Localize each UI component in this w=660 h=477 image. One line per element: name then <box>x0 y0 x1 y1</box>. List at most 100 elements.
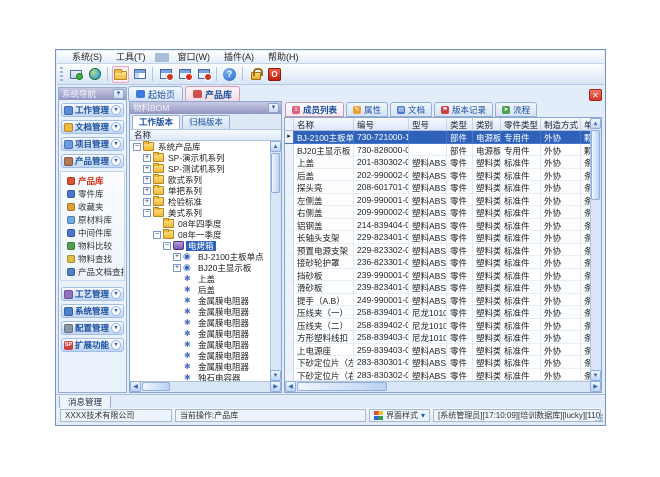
menu-item[interactable]: 系统(S) <box>65 51 109 63</box>
tree-expander[interactable] <box>143 176 151 184</box>
table-row[interactable]: 提手（A.B） 249-990001-01X 塑料ABS 零件 塑料类 标准件 … <box>285 294 590 307</box>
close-all-windows-icon[interactable] <box>176 66 193 83</box>
tree-node[interactable]: 欧式系列 <box>130 174 270 185</box>
table-row[interactable]: 下砂定位片（右） 283-830302-00X 塑料ABS 零件 塑料类 标准件… <box>285 369 590 382</box>
scroll-up-icon[interactable]: ▲ <box>270 141 281 152</box>
table-row[interactable]: 上电源座 259-839403-00X 塑料ABS 零件 塑料类 标准件 外协 … <box>285 344 590 357</box>
exit-icon[interactable]: O <box>266 66 283 83</box>
menu-item[interactable]: 插件(A) <box>217 51 261 63</box>
ui-style-picker[interactable]: 界面样式 ▾ <box>369 409 430 422</box>
lock-icon[interactable] <box>247 66 264 83</box>
member-tab[interactable]: 流程 <box>495 102 537 117</box>
table-row[interactable]: 探头亮 208-601701-01X 塑料ABS 零件 塑料类 标准件 外协 条 <box>285 181 590 194</box>
sidebar-group-button[interactable]: 产品管理 ▾ <box>61 154 124 168</box>
column-header[interactable]: 编号 <box>354 118 409 130</box>
tree-node[interactable]: 金属膜电阻器 <box>130 350 270 361</box>
member-tab[interactable]: 版本记录 <box>434 102 493 117</box>
column-header[interactable]: 类型 <box>447 118 473 130</box>
workspace-icon[interactable] <box>67 66 84 83</box>
tree-expander[interactable] <box>173 253 181 261</box>
member-tab[interactable]: 成员列表 <box>285 102 344 117</box>
chevron-down-icon[interactable]: ▾ <box>111 156 121 166</box>
chevron-down-icon[interactable]: ▾ <box>111 289 121 299</box>
pin-icon[interactable]: ▾ <box>268 103 279 113</box>
tree-node[interactable]: 检验标准 <box>130 196 270 207</box>
sidebar-item[interactable]: 产品库 <box>67 174 124 187</box>
tree-node[interactable]: 后盖 <box>130 284 270 295</box>
layout-icon[interactable] <box>131 66 148 83</box>
table-row[interactable]: 接砂轮护罩 236-823301-00X 塑料ABS 零件 塑料类 标准件 外协… <box>285 256 590 269</box>
scrollbar-thumb[interactable] <box>591 130 600 200</box>
column-header[interactable]: 类别 <box>473 118 501 130</box>
table-row[interactable]: 压线夹（一） 258-839401-00X 尼龙1010 零件 塑料类 标准件 … <box>285 306 590 319</box>
sidebar-group-button[interactable]: 项目管理 ▾ <box>61 137 124 151</box>
tree-node[interactable]: SP-演示机系列 <box>130 152 270 163</box>
tree-node[interactable]: BJ20主显示板 <box>130 262 270 273</box>
scrollbar-thumb[interactable] <box>271 153 280 193</box>
sidebar-item[interactable]: 原材料库 <box>67 213 124 226</box>
toolbar-separator[interactable] <box>152 67 153 81</box>
toolbar-separator[interactable] <box>242 67 243 81</box>
toolbar-separator[interactable] <box>216 67 217 81</box>
tree-node[interactable]: 08年四季度 <box>130 218 270 229</box>
chevron-down-icon[interactable]: ▾ <box>111 323 121 333</box>
chevron-down-icon[interactable]: ▾ <box>111 340 121 350</box>
tree-expander[interactable] <box>143 165 151 173</box>
column-header[interactable]: 型号 <box>409 118 447 130</box>
table-row[interactable]: 下砂定位片（左） 283-830301-00X 塑料ABS 零件 塑料类 标准件… <box>285 356 590 369</box>
scrollbar-thumb[interactable] <box>297 382 387 391</box>
tree-node[interactable]: 金属膜电阻器 <box>130 306 270 317</box>
column-header[interactable]: 零件类型 <box>501 118 541 130</box>
tree-vertical-scrollbar[interactable]: ▲ ▼ <box>270 141 281 381</box>
table-row[interactable]: BJ20主显示板 730-828000-04X 部件 电源板 专用件 外协 颗 <box>285 144 590 157</box>
tree-column-header[interactable]: 名称 <box>130 129 281 141</box>
sidebar-item[interactable]: 产品文档查找 <box>67 265 124 278</box>
folder-icon[interactable] <box>112 66 129 83</box>
tree-node[interactable]: 金属膜电阻器 <box>130 339 270 350</box>
tree-expander[interactable] <box>143 154 151 162</box>
document-tab[interactable]: 起始页 <box>128 86 183 101</box>
tree-node[interactable]: BJ-2100主板单点 <box>130 251 270 262</box>
table-row[interactable]: 长轴头支架 229-823401-00X 塑料ABS 零件 塑料类 标准件 外协… <box>285 231 590 244</box>
tree-node[interactable]: 08年一季度 <box>130 229 270 240</box>
chevron-down-icon[interactable]: ▾ <box>111 105 121 115</box>
scroll-right-icon[interactable]: ▶ <box>590 381 601 392</box>
tree-node[interactable]: 美式系列 <box>130 207 270 218</box>
member-tab[interactable]: 文档 <box>390 102 432 117</box>
table-row[interactable]: 后盖 202-990002-01X 塑料ABS 零件 塑料类 标准件 外协 条 <box>285 169 590 182</box>
table-horizontal-scrollbar[interactable]: ◀ ▶ <box>285 381 601 392</box>
tree-node[interactable]: 金属膜电阻器 <box>130 361 270 372</box>
sidebar-item[interactable]: 零件库 <box>67 187 124 200</box>
scroll-left-icon[interactable]: ◀ <box>130 381 141 392</box>
menu-item[interactable] <box>155 53 169 62</box>
scroll-up-icon[interactable]: ▲ <box>590 118 601 129</box>
tree-node[interactable]: 单把系列 <box>130 185 270 196</box>
scroll-right-icon[interactable]: ▶ <box>270 381 281 392</box>
table-row[interactable]: 滑砂板 239-823401-00X 塑料ABS 零件 塑料类 标准件 外协 条 <box>285 281 590 294</box>
table-vertical-scrollbar[interactable]: ▲ ▼ <box>590 118 601 381</box>
tree-node[interactable]: 电烤箱 <box>130 240 270 251</box>
bom-version-tab[interactable]: 工作版本 <box>132 115 180 129</box>
scroll-left-icon[interactable]: ◀ <box>285 381 296 392</box>
table-row[interactable]: 右侧盖 209-990002-01X 塑料ABS 零件 塑料类 标准件 外协 条 <box>285 206 590 219</box>
column-header[interactable]: 名称 <box>294 118 354 130</box>
sidebar-group-button[interactable]: 配置管理 ▾ <box>61 321 124 335</box>
table-row[interactable]: BJ-2100主板单点 730-721000-12X 部件 电源板 专用件 外协… <box>285 131 590 144</box>
tree-node[interactable]: 金属膜电阻器 <box>130 328 270 339</box>
table-row[interactable]: 方形塑料线扣 258-839403-00X 尼龙1010 零件 塑料类 标准件 … <box>285 331 590 344</box>
scroll-down-icon[interactable]: ▼ <box>590 370 601 381</box>
close-tab-icon[interactable]: ✕ <box>589 89 602 101</box>
tree-node[interactable]: 金属膜电阻器 <box>130 295 270 306</box>
tree-node[interactable]: 系统产品库 <box>130 141 270 152</box>
table-row[interactable]: 上盖 201-830302-00X 塑料ABS 零件 塑料类 标准件 外协 条 <box>285 156 590 169</box>
sidebar-item[interactable]: 中间件库 <box>67 226 124 239</box>
sidebar-group-button[interactable]: SP 扩展功能 ▾ <box>61 338 124 352</box>
menu-item[interactable]: 窗口(W) <box>171 51 218 63</box>
tree-node[interactable]: 上盖 <box>130 273 270 284</box>
sidebar-group-button[interactable]: 文档管理 ▾ <box>61 120 124 134</box>
globe-icon[interactable] <box>86 66 103 83</box>
chevron-down-icon[interactable]: ▾ <box>111 139 121 149</box>
table-row[interactable]: 左侧盖 209-990001-01X 塑料ABS 零件 塑料类 标准件 外协 条 <box>285 194 590 207</box>
close-window-icon[interactable] <box>157 66 174 83</box>
tree-expander[interactable] <box>153 231 161 239</box>
